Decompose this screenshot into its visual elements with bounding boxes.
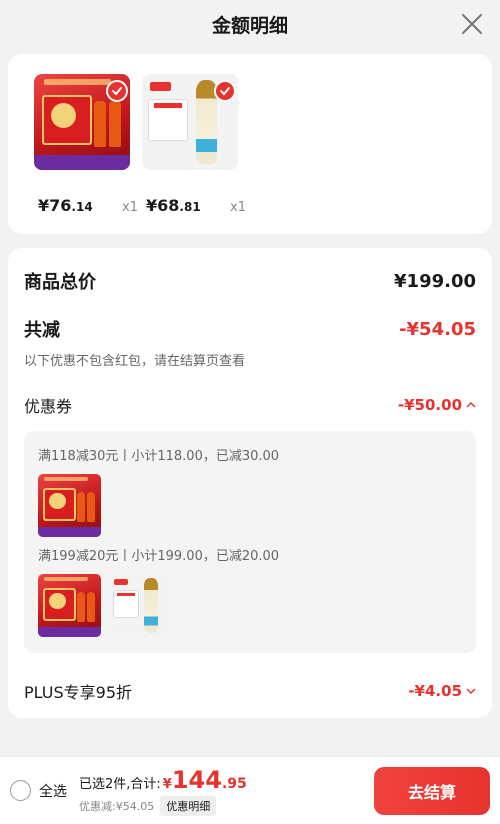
total-label: 商品总价 [24, 272, 96, 293]
product-image [34, 74, 130, 170]
products-card: ¥76 .14 x1 ¥68 .81 x1 [8, 54, 492, 234]
discount-text: 优惠减:¥54.05 [79, 799, 155, 813]
coupon-value: -¥50.00 [397, 396, 462, 414]
check-icon [106, 80, 128, 102]
reduce-note: 以下优惠不包含红包，请在结算页查看 [24, 354, 246, 369]
product-thumb [38, 474, 101, 537]
plus-label: PLUS专享95折 [24, 683, 132, 702]
total-row: 商品总价 ¥199.00 [24, 268, 476, 294]
product-thumb [109, 574, 172, 637]
plus-row[interactable]: PLUS专享95折 -¥4.05 [24, 679, 476, 703]
product-price: ¥76 [38, 196, 72, 215]
summary-card: 商品总价 ¥199.00 共减 -¥54.05 以下优惠不包含红包，请在结算页查… [8, 248, 492, 718]
coupon-rule: 满199减20元丨小计199.00，已减20.00 [38, 549, 280, 564]
chevron-down-icon [466, 688, 476, 695]
select-all-label[interactable]: 全选 [39, 781, 67, 801]
reduce-label: 共减 [24, 320, 60, 341]
coupon-row[interactable]: 优惠券 -¥50.00 [24, 393, 476, 417]
product-thumb [38, 574, 101, 637]
coupon-rule: 满118减30元丨小计118.00，已减30.00 [38, 449, 280, 464]
bottom-bar: 全选 已选2件,合计: ¥ 144 .95 优惠减:¥54.05 优惠明细 去结… [0, 756, 500, 824]
header: 金额明细 [0, 0, 500, 48]
chevron-up-icon [466, 401, 476, 408]
close-icon[interactable] [458, 10, 486, 38]
check-icon [214, 80, 236, 102]
total-currency: ¥ [162, 776, 172, 792]
product-price-decimal: .14 [71, 200, 93, 214]
page-title: 金额明细 [211, 14, 288, 37]
product-image [142, 74, 238, 170]
select-all-radio[interactable] [10, 780, 31, 801]
reduce-value: -¥54.05 [399, 318, 476, 340]
product-item[interactable]: ¥68 .81 x1 [142, 74, 246, 234]
product-qty: x1 [230, 200, 246, 215]
total-amount-decimal: .95 [221, 775, 247, 792]
plus-value: -¥4.05 [408, 682, 462, 700]
selected-count: 已选2件,合计: [79, 776, 161, 792]
coupon-detail: 满118减30元丨小计118.00，已减30.00 满199减20元丨小计199… [24, 431, 476, 653]
product-price-decimal: .81 [179, 200, 201, 214]
coupon-products [38, 474, 462, 537]
product-qty: x1 [122, 200, 138, 215]
totals: 已选2件,合计: ¥ 144 .95 优惠减:¥54.05 优惠明细 [79, 766, 247, 816]
coupon-label: 优惠券 [24, 397, 73, 416]
total-amount: 144 [171, 765, 222, 794]
product-item[interactable]: ¥76 .14 x1 [34, 74, 138, 234]
reduce-row: 共减 -¥54.05 [24, 316, 476, 342]
product-price: ¥68 [146, 196, 180, 215]
coupon-products [38, 574, 462, 637]
checkout-button[interactable]: 去结算 [374, 766, 490, 815]
total-value: ¥199.00 [394, 270, 476, 292]
discount-detail-button[interactable]: 优惠明细 [160, 795, 217, 816]
